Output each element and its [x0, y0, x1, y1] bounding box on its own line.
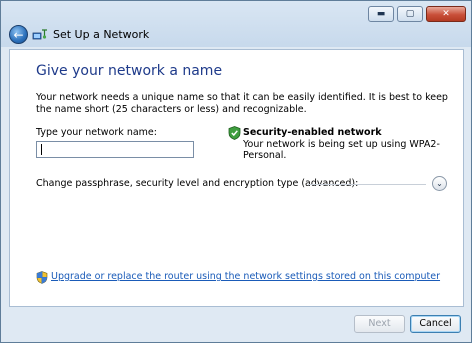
text-caret: [41, 144, 42, 155]
page-heading: Give your network a name: [36, 63, 223, 79]
wizard-content: Give your network a name Your network ne…: [9, 49, 464, 307]
wizard-footer: Next Cancel: [9, 307, 464, 339]
network-setup-icon: [32, 29, 47, 40]
upgrade-router-link[interactable]: Upgrade or replace the router using the …: [51, 271, 440, 282]
chevron-down-icon[interactable]: ⌄: [432, 176, 447, 191]
advanced-divider: [308, 184, 426, 185]
title-bar[interactable]: ▬ ▢ ✕ ← Set Up a Network: [1, 1, 471, 47]
cancel-button[interactable]: Cancel: [410, 315, 461, 333]
network-name-input[interactable]: [36, 141, 194, 158]
maximize-button[interactable]: ▢: [397, 6, 423, 22]
minimize-button[interactable]: ▬: [368, 6, 394, 22]
window-title: Set Up a Network: [53, 28, 150, 41]
uac-shield-icon: [36, 271, 48, 284]
security-status-detail: Your network is being set up using WPA2-…: [243, 139, 440, 161]
close-button[interactable]: ✕: [426, 6, 466, 22]
network-name-label: Type your network name:: [36, 127, 157, 138]
security-status-title: Security-enabled network: [243, 127, 382, 138]
shield-check-icon: [228, 126, 241, 140]
page-description: Your network needs a unique name so that…: [36, 92, 448, 115]
next-button[interactable]: Next: [354, 315, 405, 333]
window-controls: ▬ ▢ ✕: [368, 6, 466, 22]
back-arrow-icon[interactable]: ←: [9, 25, 28, 44]
wizard-window: ▬ ▢ ✕ ← Set Up a Network Give your netwo…: [0, 0, 472, 343]
